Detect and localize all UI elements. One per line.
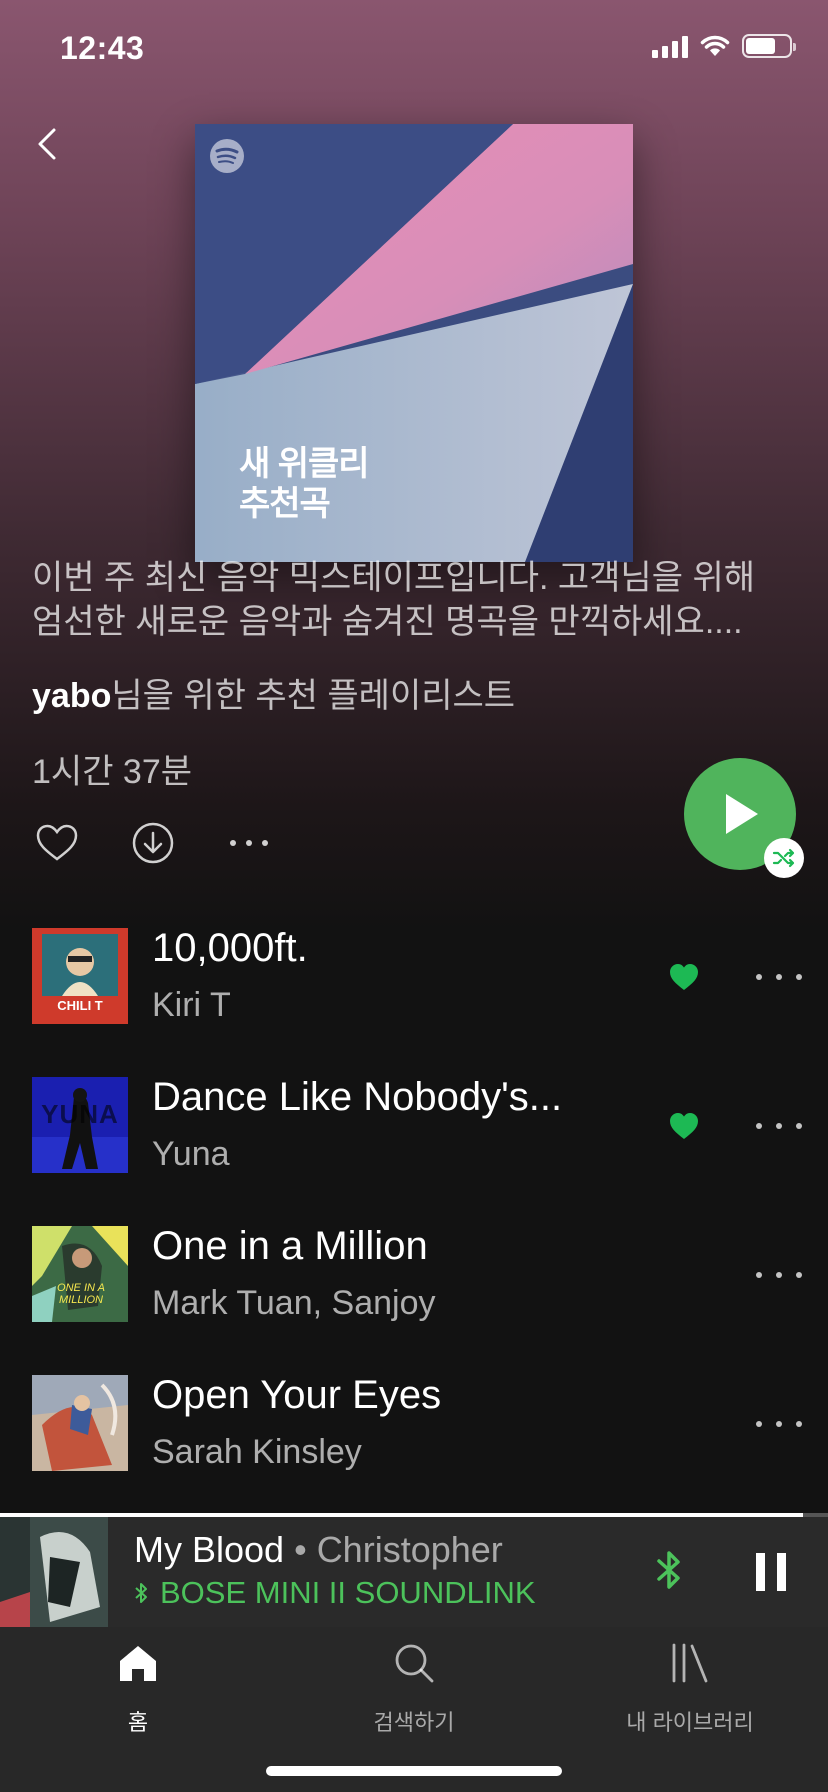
owner-name[interactable]: yabo — [32, 677, 111, 715]
heart-filled-icon[interactable] — [668, 1111, 700, 1141]
track-title: 10,000ft. — [152, 926, 308, 970]
cover-title-text: 새 위클리 추천곡 — [239, 445, 370, 523]
album-art — [32, 1375, 128, 1471]
tab-home[interactable]: 홈 — [0, 1627, 276, 1747]
playlist-owner: yabo님을 위한 추천 플레이리스트 — [32, 668, 515, 717]
shuffle-icon — [772, 848, 795, 868]
download-button[interactable] — [128, 818, 178, 868]
album-art: ONE IN A MILLION — [32, 1226, 128, 1322]
album-art: CHILI T — [32, 928, 128, 1024]
track-more-button[interactable] — [756, 1111, 802, 1141]
now-playing-track: My Blood — [134, 1529, 285, 1570]
bluetooth-icon — [135, 1583, 147, 1603]
description-line: 엄선한 새로운 음악과 숨겨진 명곡을 만끽하세요.... — [32, 603, 743, 641]
tab-search[interactable]: 검색하기 — [276, 1627, 552, 1747]
back-button[interactable] — [30, 122, 70, 166]
chevron-left-icon — [38, 128, 56, 160]
now-playing-artist: Christopher — [316, 1529, 503, 1570]
heart-outline-icon — [36, 824, 78, 861]
search-icon — [395, 1644, 434, 1683]
library-icon — [672, 1643, 708, 1683]
owner-suffix: 님을 위한 추천 플레이리스트 — [111, 677, 516, 715]
more-icon — [230, 840, 268, 846]
tab-label: 검색하기 — [373, 1710, 455, 1735]
track-artist: Kiri T — [152, 986, 231, 1024]
playlist-duration: 1시간 37분 — [32, 753, 193, 791]
track-row[interactable]: CHILI T 10,000ft. Kiri T — [0, 926, 828, 1028]
playback-progress — [0, 1513, 828, 1517]
connect-device-button[interactable] — [656, 1549, 682, 1596]
track-title: Open Your Eyes — [152, 1373, 442, 1417]
track-row[interactable]: YUNA Dance Like Nobody's... Yuna — [0, 1075, 828, 1177]
track-artist: Mark Tuan, Sanjoy — [152, 1284, 436, 1322]
status-icons — [652, 34, 796, 58]
track-artist: Sarah Kinsley — [152, 1433, 362, 1471]
more-options-button[interactable] — [224, 818, 274, 868]
album-art-text: YUNA — [41, 1099, 119, 1129]
like-playlist-button[interactable] — [32, 818, 82, 868]
device-name: BOSE MINI II SOUNDLINK — [160, 1575, 536, 1610]
shuffle-badge[interactable] — [764, 838, 804, 878]
wifi-icon — [700, 35, 730, 56]
album-art: YUNA — [32, 1077, 128, 1173]
album-art-text: ONE IN A MILLION — [57, 1282, 105, 1306]
track-more-button[interactable] — [756, 1260, 802, 1290]
connected-device: BOSE MINI II SOUNDLINK — [134, 1575, 536, 1611]
download-icon — [132, 822, 174, 864]
now-playing-title: My Blood • Christopher — [134, 1529, 503, 1571]
now-playing-album-art — [0, 1517, 108, 1627]
heart-filled-icon[interactable] — [668, 962, 700, 992]
now-playing-bar[interactable]: My Blood • Christopher BOSE MINI II SOUN… — [0, 1513, 828, 1627]
album-art-text: CHILI T — [57, 998, 103, 1013]
play-icon — [726, 794, 758, 834]
tab-label: 홈 — [127, 1710, 149, 1735]
home-icon — [120, 1646, 156, 1681]
track-title: Dance Like Nobody's... — [152, 1075, 563, 1119]
cellular-signal-icon — [652, 34, 688, 58]
track-artist: Yuna — [152, 1135, 230, 1173]
track-row[interactable]: ONE IN A MILLION One in a Million Mark T… — [0, 1224, 828, 1326]
home-indicator — [266, 1766, 562, 1776]
description-line: 이번 주 최신 음악 믹스테이프입니다. 고객님을 위해 — [32, 559, 756, 597]
playlist-actions — [32, 818, 320, 868]
playlist-cover-art: 새 위클리 추천곡 — [195, 124, 633, 562]
status-bar: 12:43 — [0, 0, 828, 100]
tab-library[interactable]: 내 라이브러리 — [552, 1627, 828, 1747]
status-time: 12:43 — [60, 30, 145, 66]
track-title: One in a Million — [152, 1224, 428, 1268]
pause-button[interactable] — [756, 1553, 786, 1591]
track-more-button[interactable] — [756, 1409, 802, 1439]
track-row[interactable]: Open Your Eyes Sarah Kinsley — [0, 1373, 828, 1475]
battery-icon — [742, 34, 796, 58]
now-playing-separator: • — [284, 1529, 317, 1570]
bluetooth-icon — [657, 1551, 680, 1589]
playlist-description: 이번 주 최신 음악 믹스테이프입니다. 고객님을 위해 엄선한 새로운 음악과… — [32, 556, 802, 644]
track-more-button[interactable] — [756, 962, 802, 992]
tab-label: 내 라이브러리 — [626, 1710, 754, 1735]
